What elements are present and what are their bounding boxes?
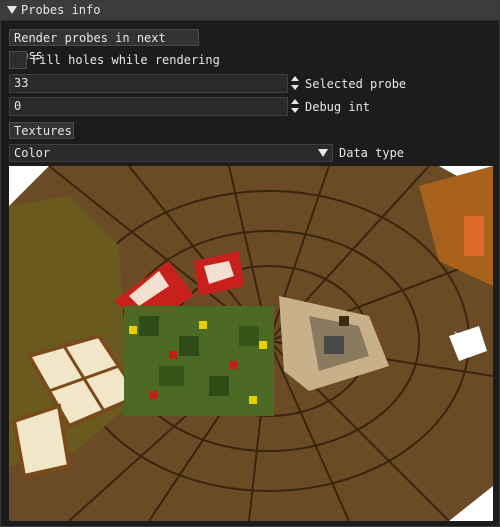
fill-holes-checkbox[interactable]	[9, 51, 27, 69]
data-type-label: Data type	[339, 146, 405, 160]
chevron-down-icon[interactable]	[318, 149, 328, 157]
textures-button[interactable]: Textures	[9, 122, 74, 139]
probe-render-image	[9, 166, 493, 521]
increment-icon[interactable]	[291, 76, 299, 81]
data-type-select[interactable]: Color	[9, 144, 333, 162]
fill-holes-label: Fill holes while rendering	[32, 53, 220, 67]
decrement-icon[interactable]	[291, 108, 299, 113]
data-type-value: Color	[14, 146, 51, 160]
window-titlebar[interactable]: Probes info	[1, 1, 499, 21]
increment-icon[interactable]	[291, 99, 299, 104]
window-title: Probes info	[21, 3, 101, 17]
collapse-arrow-icon[interactable]	[7, 6, 17, 14]
decrement-icon[interactable]	[291, 85, 299, 90]
selected-probe-label: Selected probe	[305, 77, 407, 91]
debug-int-stepper[interactable]	[290, 97, 300, 116]
render-probes-button[interactable]: Render probes in next pass	[9, 29, 199, 62]
debug-int-label: Debug int	[305, 100, 371, 114]
debug-int-input[interactable]: 0	[9, 97, 288, 116]
selected-probe-input[interactable]: 33	[9, 74, 288, 93]
probe-texture-viewport[interactable]	[9, 166, 493, 521]
probes-info-window: Probes info Render probes in next pass F…	[0, 0, 500, 527]
selected-probe-stepper[interactable]	[290, 74, 300, 93]
